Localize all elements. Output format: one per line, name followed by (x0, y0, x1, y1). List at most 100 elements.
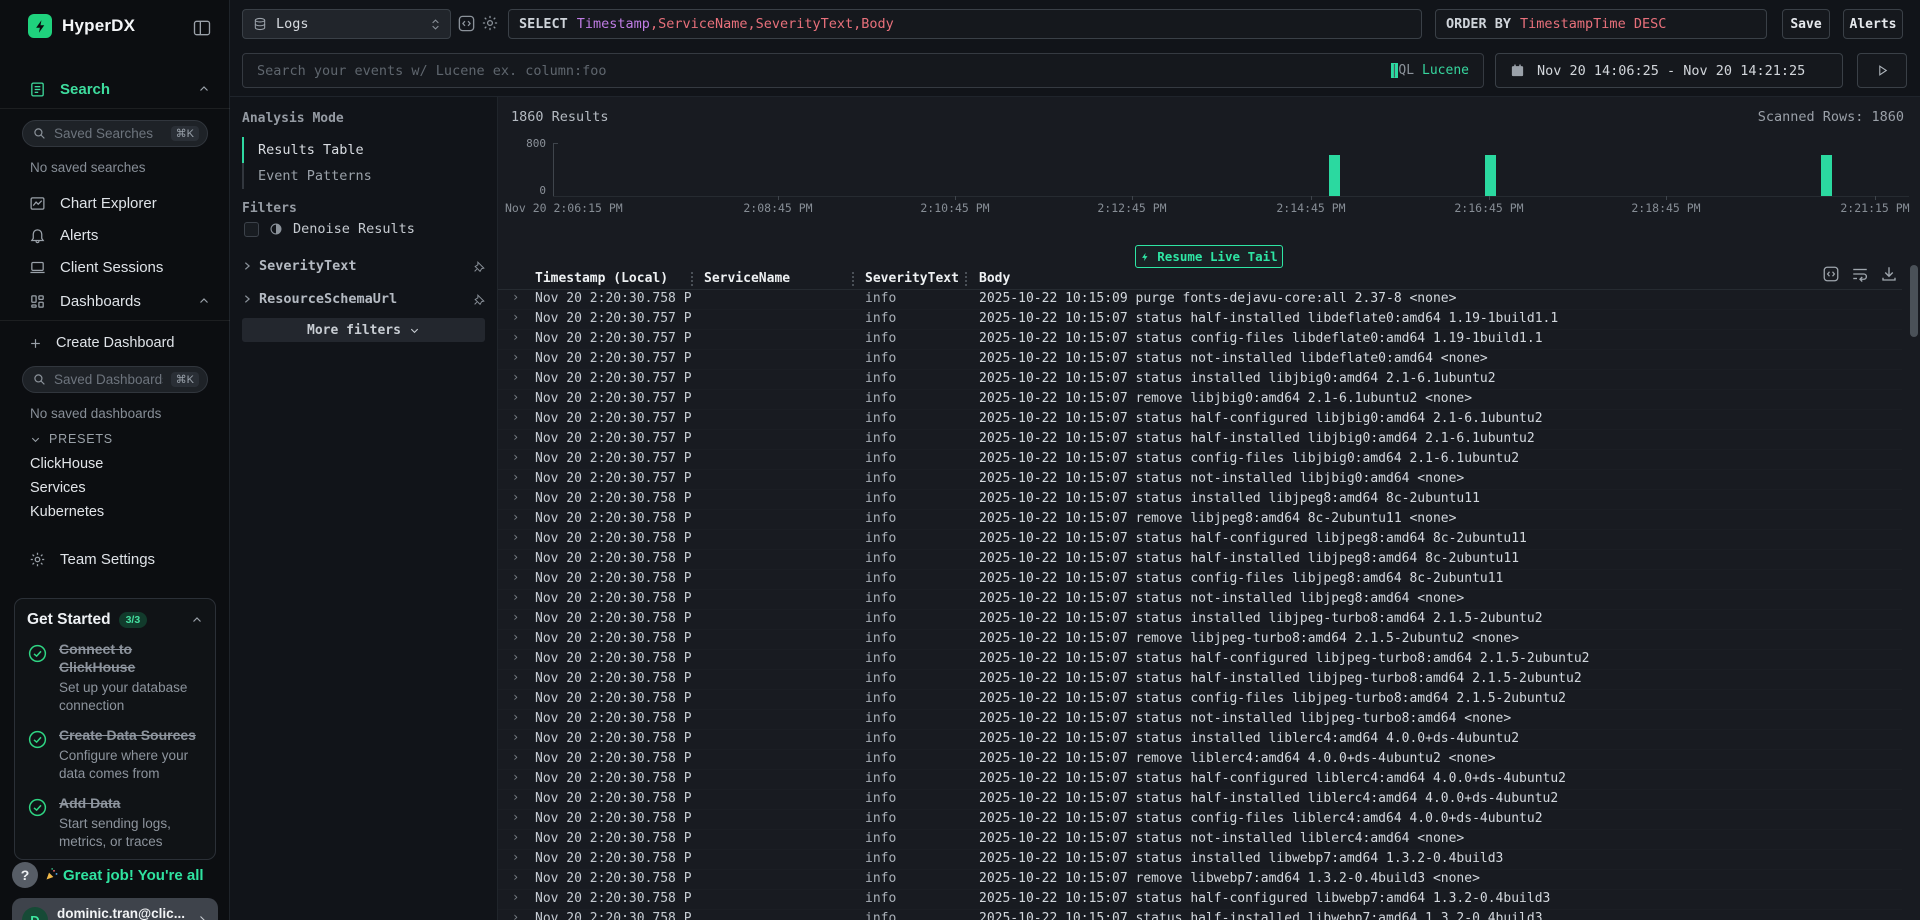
mode-results-table[interactable]: Results Table (242, 137, 482, 163)
select-clause-input[interactable]: SELECT Timestamp,ServiceName,SeverityTex… (508, 9, 1422, 39)
table-row[interactable]: ›Nov 20 2:20:30.757 PMinfo2025-10-22 10:… (498, 330, 1902, 350)
table-row[interactable]: ›Nov 20 2:20:30.758 PMinfo2025-10-22 10:… (498, 550, 1902, 570)
table-row[interactable]: ›Nov 20 2:20:30.758 PMinfo2025-10-22 10:… (498, 850, 1902, 870)
table-row[interactable]: ›Nov 20 2:20:30.758 PMinfo2025-10-22 10:… (498, 510, 1902, 530)
table-row[interactable]: ›Nov 20 2:20:30.758 PMinfo2025-10-22 10:… (498, 730, 1902, 750)
sidebar-item-alerts[interactable]: Alerts (0, 220, 230, 250)
create-dashboard-button[interactable]: Create Dashboard (0, 330, 230, 356)
column-resize-handle[interactable] (852, 272, 854, 286)
table-row[interactable]: ›Nov 20 2:20:30.758 PMinfo2025-10-22 10:… (498, 710, 1902, 730)
expand-row-icon[interactable]: › (512, 470, 519, 484)
col-timestamp[interactable]: Timestamp (Local) (535, 271, 668, 286)
table-row[interactable]: ›Nov 20 2:20:30.758 PMinfo2025-10-22 10:… (498, 590, 1902, 610)
logo[interactable]: HyperDX (28, 14, 135, 38)
order-by-input[interactable]: ORDER BY TimestampTime DESC (1435, 9, 1767, 39)
table-row[interactable]: ›Nov 20 2:20:30.758 PMinfo2025-10-22 10:… (498, 830, 1902, 850)
table-row[interactable]: ›Nov 20 2:20:30.758 PMinfo2025-10-22 10:… (498, 290, 1902, 310)
pin-icon[interactable] (473, 260, 486, 273)
more-filters-button[interactable]: More filters (242, 318, 485, 342)
resume-live-tail-button[interactable]: Resume Live Tail (1135, 245, 1283, 268)
table-row[interactable]: ›Nov 20 2:20:30.758 PMinfo2025-10-22 10:… (498, 690, 1902, 710)
expand-row-icon[interactable]: › (512, 890, 519, 904)
table-row[interactable]: ›Nov 20 2:20:30.758 PMinfo2025-10-22 10:… (498, 890, 1902, 910)
sidebar-item-chart-explorer[interactable]: Chart Explorer (0, 188, 230, 218)
expand-row-icon[interactable]: › (512, 770, 519, 784)
expand-row-icon[interactable]: › (512, 750, 519, 764)
histogram-bar[interactable] (1485, 155, 1496, 196)
expand-row-icon[interactable]: › (512, 850, 519, 864)
expand-row-icon[interactable]: › (512, 650, 519, 664)
code-view-icon[interactable] (457, 14, 477, 34)
denoise-checkbox[interactable] (244, 222, 259, 237)
table-row[interactable]: ›Nov 20 2:20:30.758 PMinfo2025-10-22 10:… (498, 810, 1902, 830)
expand-row-icon[interactable]: › (512, 450, 519, 464)
expand-row-icon[interactable]: › (512, 510, 519, 524)
expand-row-icon[interactable]: › (512, 610, 519, 624)
expand-row-icon[interactable]: › (512, 490, 519, 504)
scrollbar-thumb[interactable] (1910, 265, 1918, 337)
expand-row-icon[interactable]: › (512, 870, 519, 884)
event-search-input[interactable]: Search your events w/ Lucene ex. column:… (242, 53, 1484, 88)
get-started-step[interactable]: Connect to ClickHouse Set up your databa… (27, 641, 203, 714)
table-row[interactable]: ›Nov 20 2:20:30.758 PMinfo2025-10-22 10:… (498, 630, 1902, 650)
table-row[interactable]: ›Nov 20 2:20:30.758 PMinfo2025-10-22 10:… (498, 750, 1902, 770)
table-row[interactable]: ›Nov 20 2:20:30.758 PMinfo2025-10-22 10:… (498, 790, 1902, 810)
table-row[interactable]: ›Nov 20 2:20:30.757 PMinfo2025-10-22 10:… (498, 350, 1902, 370)
expand-row-icon[interactable]: › (512, 350, 519, 364)
table-scrollbar[interactable] (1910, 265, 1918, 920)
table-row[interactable]: ›Nov 20 2:20:30.758 PMinfo2025-10-22 10:… (498, 570, 1902, 590)
table-row[interactable]: ›Nov 20 2:20:30.757 PMinfo2025-10-22 10:… (498, 390, 1902, 410)
saved-dashboards-input[interactable]: Saved Dashboards ⌘K (22, 366, 208, 393)
save-button[interactable]: Save (1782, 9, 1830, 39)
mode-event-patterns[interactable]: Event Patterns (242, 163, 482, 189)
table-row[interactable]: ›Nov 20 2:20:30.758 PMinfo2025-10-22 10:… (498, 530, 1902, 550)
table-row[interactable]: ›Nov 20 2:20:30.757 PMinfo2025-10-22 10:… (498, 310, 1902, 330)
expand-row-icon[interactable]: › (512, 330, 519, 344)
table-row[interactable]: ›Nov 20 2:20:30.757 PMinfo2025-10-22 10:… (498, 430, 1902, 450)
table-row[interactable]: ›Nov 20 2:20:30.758 PMinfo2025-10-22 10:… (498, 910, 1902, 920)
table-row[interactable]: ›Nov 20 2:20:30.757 PMinfo2025-10-22 10:… (498, 410, 1902, 430)
gear-icon[interactable] (481, 14, 501, 34)
expand-row-icon[interactable]: › (512, 410, 519, 424)
expand-row-icon[interactable]: › (512, 630, 519, 644)
table-row[interactable]: ›Nov 20 2:20:30.758 PMinfo2025-10-22 10:… (498, 870, 1902, 890)
expand-row-icon[interactable]: › (512, 810, 519, 824)
preset-item-clickhouse[interactable]: ClickHouse (30, 452, 103, 476)
sidebar-collapse-icon[interactable] (192, 18, 212, 38)
get-started-step[interactable]: Create Data Sources Configure where your… (27, 727, 203, 782)
table-row[interactable]: ›Nov 20 2:20:30.757 PMinfo2025-10-22 10:… (498, 370, 1902, 390)
expand-row-icon[interactable]: › (512, 390, 519, 404)
expand-row-icon[interactable]: › (512, 370, 519, 384)
table-row[interactable]: ›Nov 20 2:20:30.758 PMinfo2025-10-22 10:… (498, 610, 1902, 630)
expand-row-icon[interactable]: › (512, 310, 519, 324)
preset-item-services[interactable]: Services (30, 476, 86, 500)
col-severitytext[interactable]: SeverityText (865, 271, 959, 286)
sidebar-item-search[interactable]: Search (0, 74, 230, 104)
table-row[interactable]: ›Nov 20 2:20:30.758 PMinfo2025-10-22 10:… (498, 670, 1902, 690)
date-range-picker[interactable]: Nov 20 14:06:25 - Nov 20 14:21:25 (1495, 53, 1843, 88)
table-row[interactable]: ›Nov 20 2:20:30.758 PMinfo2025-10-22 10:… (498, 490, 1902, 510)
table-row[interactable]: ›Nov 20 2:20:30.757 PMinfo2025-10-22 10:… (498, 470, 1902, 490)
expand-row-icon[interactable]: › (512, 430, 519, 444)
sidebar-item-dashboards[interactable]: Dashboards (0, 286, 230, 316)
histogram-bar[interactable] (1329, 155, 1340, 196)
table-row[interactable]: ›Nov 20 2:20:30.757 PMinfo2025-10-22 10:… (498, 450, 1902, 470)
preset-item-kubernetes[interactable]: Kubernetes (30, 500, 104, 524)
source-select[interactable]: Logs (242, 9, 451, 39)
presets-header[interactable]: PRESETS (30, 432, 113, 446)
histogram-bar[interactable] (1821, 155, 1832, 196)
expand-row-icon[interactable]: › (512, 730, 519, 744)
get-started-step[interactable]: Add Data Start sending logs, metrics, or… (27, 795, 203, 850)
filter-group-resourceschemaurl[interactable]: ResourceSchemaUrl (242, 288, 486, 310)
language-toggle[interactable]: SQL | Lucene (1391, 63, 1469, 78)
expand-row-icon[interactable]: › (512, 710, 519, 724)
column-resize-handle[interactable] (691, 272, 693, 286)
expand-row-icon[interactable]: › (512, 910, 519, 920)
expand-row-icon[interactable]: › (512, 570, 519, 584)
user-menu[interactable]: D dominic.tran@clic... dominic.tran@clic… (12, 898, 218, 920)
sidebar-item-team-settings[interactable]: Team Settings (0, 544, 230, 574)
expand-row-icon[interactable]: › (512, 690, 519, 704)
get-started-header[interactable]: Get Started 3/3 (27, 611, 203, 629)
expand-row-icon[interactable]: › (512, 790, 519, 804)
expand-row-icon[interactable]: › (512, 550, 519, 564)
